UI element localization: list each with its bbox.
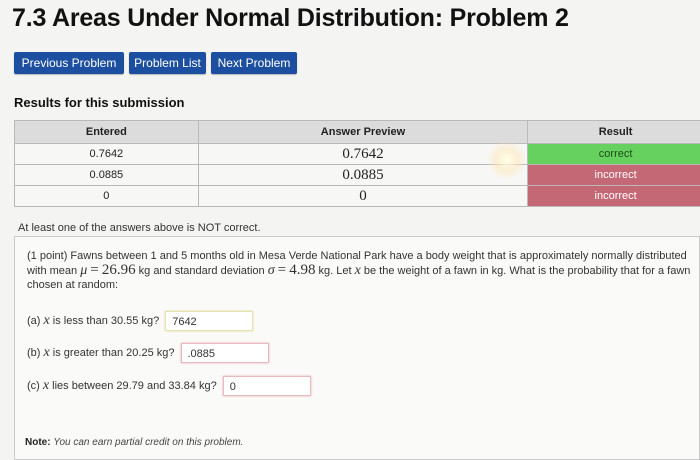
question-b-text: is greater than 20.25 kg? <box>53 347 175 359</box>
x-symbol: x <box>44 345 50 361</box>
sigma-equals: = <box>278 262 286 278</box>
table-row: 0.0885 0.0885 incorrect <box>15 165 700 186</box>
x-symbol: x <box>355 263 361 278</box>
note-text: You can earn partial credit on this prob… <box>53 437 243 448</box>
x-symbol: x <box>44 313 50 329</box>
sigma-symbol: σ <box>268 263 275 278</box>
page-title: 7.3 Areas Under Normal Distribution: Pro… <box>12 4 569 33</box>
preview-cell: 0 <box>198 186 527 207</box>
partial-credit-note: Note: You can earn partial credit on thi… <box>25 437 243 448</box>
question-c: (c) x lies between 29.79 and 33.84 kg? 0 <box>27 376 311 396</box>
feedback-message: At least one of the answers above is NOT… <box>18 222 261 234</box>
result-cell: incorrect <box>528 165 700 186</box>
question-c-prefix: (c) <box>27 380 40 392</box>
problem-statement: (1 point) Fawns between 1 and 5 months o… <box>27 249 692 292</box>
question-c-text: lies between 29.79 and 33.84 kg? <box>52 380 217 392</box>
preview-cell: 0.7642 <box>198 144 527 165</box>
entered-cell: 0 <box>15 186 199 207</box>
result-cell: incorrect <box>528 186 700 207</box>
points-label: (1 point) <box>27 250 67 262</box>
note-label: Note: <box>25 437 51 448</box>
mu-symbol: μ <box>80 263 87 278</box>
table-row: 0.7642 0.7642 correct <box>15 144 700 165</box>
results-heading: Results for this submission <box>14 95 184 110</box>
problem-panel: (1 point) Fawns between 1 and 5 months o… <box>14 236 700 460</box>
header-entered: Entered <box>15 121 199 144</box>
question-b: (b) x is greater than 20.25 kg? .0885 <box>27 343 269 363</box>
answer-b-input[interactable]: .0885 <box>181 343 269 363</box>
results-table: Entered Answer Preview Result 0.7642 0.7… <box>14 120 700 207</box>
table-header-row: Entered Answer Preview Result <box>15 121 700 144</box>
result-cell: correct <box>528 144 700 165</box>
header-result: Result <box>528 121 700 144</box>
entered-cell: 0.7642 <box>15 144 199 165</box>
answer-a-input[interactable]: 7642 <box>165 311 253 331</box>
question-a: (a) x is less than 30.55 kg? 7642 <box>27 311 253 331</box>
answer-c-input[interactable]: 0 <box>223 376 311 396</box>
mu-equals: = <box>90 262 98 278</box>
next-problem-button[interactable]: Next Problem <box>211 52 297 74</box>
question-a-prefix: (a) <box>27 315 40 327</box>
problem-list-button[interactable]: Problem List <box>129 52 206 74</box>
preview-cell: 0.0885 <box>198 165 527 186</box>
x-symbol: x <box>43 378 49 394</box>
previous-problem-button[interactable]: Previous Problem <box>14 52 124 74</box>
mu-value: 26.96 <box>102 262 136 278</box>
problem-text-2: kg. Let <box>319 265 352 277</box>
sigma-value: 4.98 <box>289 262 315 278</box>
problem-kg-1: kg and standard deviation <box>139 265 265 277</box>
entered-cell: 0.0885 <box>15 165 199 186</box>
header-answer-preview: Answer Preview <box>198 121 527 144</box>
question-a-text: is less than 30.55 kg? <box>53 315 159 327</box>
table-row: 0 0 incorrect <box>15 186 700 207</box>
question-b-prefix: (b) <box>27 347 40 359</box>
